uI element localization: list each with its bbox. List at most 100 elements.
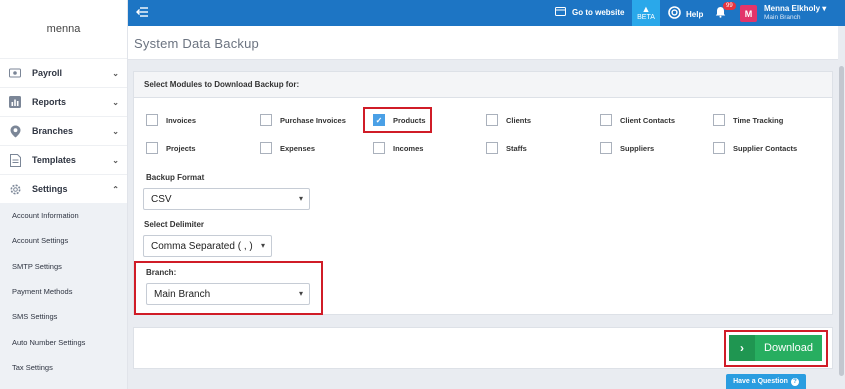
settings-submenu: Account Information Account Settings SMT… [0, 203, 127, 389]
chevron-down-icon: ▾ [822, 4, 827, 13]
module-expenses[interactable]: Expenses [260, 142, 315, 154]
module-supplier-contacts[interactable]: Supplier Contacts [713, 142, 797, 154]
chevron-down-icon: ▾ [260, 241, 265, 250]
delimiter-select[interactable]: Comma Separated ( , ) ▾ [143, 235, 272, 257]
caret-down-icon: ▾ [298, 289, 303, 298]
sidebar-item-templates[interactable]: Templates ⌄ [0, 145, 127, 174]
module-projects[interactable]: Projects [146, 142, 196, 154]
store-icon [555, 7, 566, 18]
top-bar: Go to website ▲ BETA Help 99 M Menna Elk… [128, 0, 845, 26]
user-name: Menna Elkholy [764, 4, 821, 13]
sidebar-item-label: Payroll [32, 68, 63, 78]
sidebar-item-payroll[interactable]: Payroll ⌄ [0, 58, 127, 87]
notification-count-badge: 99 [723, 2, 736, 10]
submenu-tax-settings[interactable]: Tax Settings [0, 355, 127, 380]
scroll-thumb[interactable] [839, 66, 844, 376]
lifebuoy-icon [668, 6, 681, 22]
module-incomes[interactable]: Incomes [373, 142, 423, 154]
templates-icon [8, 153, 22, 167]
payroll-icon [8, 66, 22, 80]
module-client-contacts[interactable]: Client Contacts [600, 114, 675, 126]
submenu-payment-methods[interactable]: Payment Methods [0, 279, 127, 304]
download-highlight: › Download [724, 330, 828, 367]
module-purchase-invoices[interactable]: Purchase Invoices [260, 114, 346, 126]
beta-label: BETA [637, 14, 655, 21]
branch-value: Main Branch [154, 288, 211, 300]
user-branch: Main Branch [764, 14, 801, 21]
module-label: Expenses [280, 143, 316, 153]
reports-icon [8, 95, 22, 109]
checkbox[interactable] [713, 114, 725, 126]
branch-label: Branch: [146, 268, 177, 277]
sidebar: menna Payroll ⌄ Reports ⌄ Branches ⌄ Tem… [0, 0, 128, 389]
checkbox[interactable] [146, 142, 158, 154]
chevron-up-icon: ⌃ [112, 184, 119, 194]
sidebar-item-settings[interactable]: Settings ⌃ [0, 174, 127, 203]
backup-format-value: CSV [151, 193, 172, 205]
submenu-smtp-settings[interactable]: SMTP Settings [0, 254, 127, 279]
download-button[interactable]: › Download [729, 335, 822, 361]
checkbox[interactable] [486, 142, 498, 154]
question-icon: ? [790, 377, 799, 386]
branch-select[interactable]: Main Branch ▾ [146, 283, 310, 305]
branches-icon [8, 124, 22, 138]
module-clients[interactable]: Clients [486, 114, 531, 126]
brand-name[interactable]: menna [0, 0, 127, 58]
go-to-website-link[interactable]: Go to website [555, 7, 624, 18]
module-time-tracking[interactable]: Time Tracking [713, 114, 783, 126]
checkbox[interactable] [146, 114, 158, 126]
module-label: Projects [166, 143, 196, 153]
checkbox[interactable] [600, 114, 612, 126]
backup-format-select[interactable]: CSV ▾ [143, 188, 310, 210]
products-highlight [363, 107, 432, 133]
chevron-down-icon: ⌄ [112, 68, 119, 78]
sidebar-item-branches[interactable]: Branches ⌄ [0, 116, 127, 145]
sidebar-item-label: Branches [32, 126, 74, 136]
sidebar-item-reports[interactable]: Reports ⌄ [0, 87, 127, 116]
module-label: Clients [506, 115, 532, 125]
submenu-account-settings[interactable]: Account Settings [0, 228, 127, 253]
submenu-auto-number-settings[interactable]: Auto Number Settings [0, 329, 127, 354]
chevron-down-icon: ▾ [298, 194, 303, 203]
sidebar-item-label: Reports [32, 97, 67, 107]
module-label: Client Contacts [620, 115, 676, 125]
delimiter-value: Comma Separated ( , ) [151, 240, 253, 252]
module-suppliers[interactable]: Suppliers [600, 142, 654, 154]
sidebar-item-label: Templates [32, 155, 76, 165]
module-invoices[interactable]: Invoices [146, 114, 196, 126]
collapse-menu-icon[interactable] [136, 6, 148, 20]
submenu-sms-settings[interactable]: SMS Settings [0, 304, 127, 329]
checkbox[interactable] [373, 142, 385, 154]
module-label: Supplier Contacts [733, 143, 798, 153]
module-label: Staffs [506, 143, 527, 153]
have-a-question-button[interactable]: Have a Question ? [726, 374, 806, 389]
help-link[interactable]: Help [668, 6, 703, 22]
page-scrollbar[interactable] [838, 26, 845, 389]
backup-panel: Select Modules to Download Backup for: I… [133, 71, 833, 315]
chevron-right-icon: › [729, 335, 755, 361]
page-title: System Data Backup [134, 36, 259, 51]
checkbox[interactable] [260, 114, 272, 126]
module-staffs[interactable]: Staffs [486, 142, 527, 154]
beta-badge[interactable]: ▲ BETA [632, 0, 660, 26]
flask-icon: ▲ [641, 4, 651, 14]
delimiter-label: Select Delimiter [144, 220, 205, 229]
chevron-down-icon: ⌄ [112, 155, 119, 165]
submenu-account-information[interactable]: Account Information [0, 203, 127, 228]
avatar[interactable]: M [740, 5, 757, 22]
user-menu[interactable]: Menna Elkholy ▾ Main Branch [764, 4, 826, 22]
checkbox[interactable] [486, 114, 498, 126]
download-label: Download [764, 342, 813, 354]
module-label: Incomes [393, 143, 424, 153]
module-label: Purchase Invoices [280, 115, 346, 125]
title-bar: System Data Backup [128, 26, 845, 60]
checkbox[interactable] [713, 142, 725, 154]
checkbox[interactable] [600, 142, 612, 154]
backup-format-label: Backup Format [146, 173, 205, 182]
module-label: Invoices [166, 115, 197, 125]
go-to-website-label: Go to website [572, 8, 625, 17]
gear-icon [8, 182, 22, 196]
sidebar-item-label: Settings [32, 184, 68, 194]
chevron-down-icon: ⌄ [112, 97, 119, 107]
checkbox[interactable] [260, 142, 272, 154]
